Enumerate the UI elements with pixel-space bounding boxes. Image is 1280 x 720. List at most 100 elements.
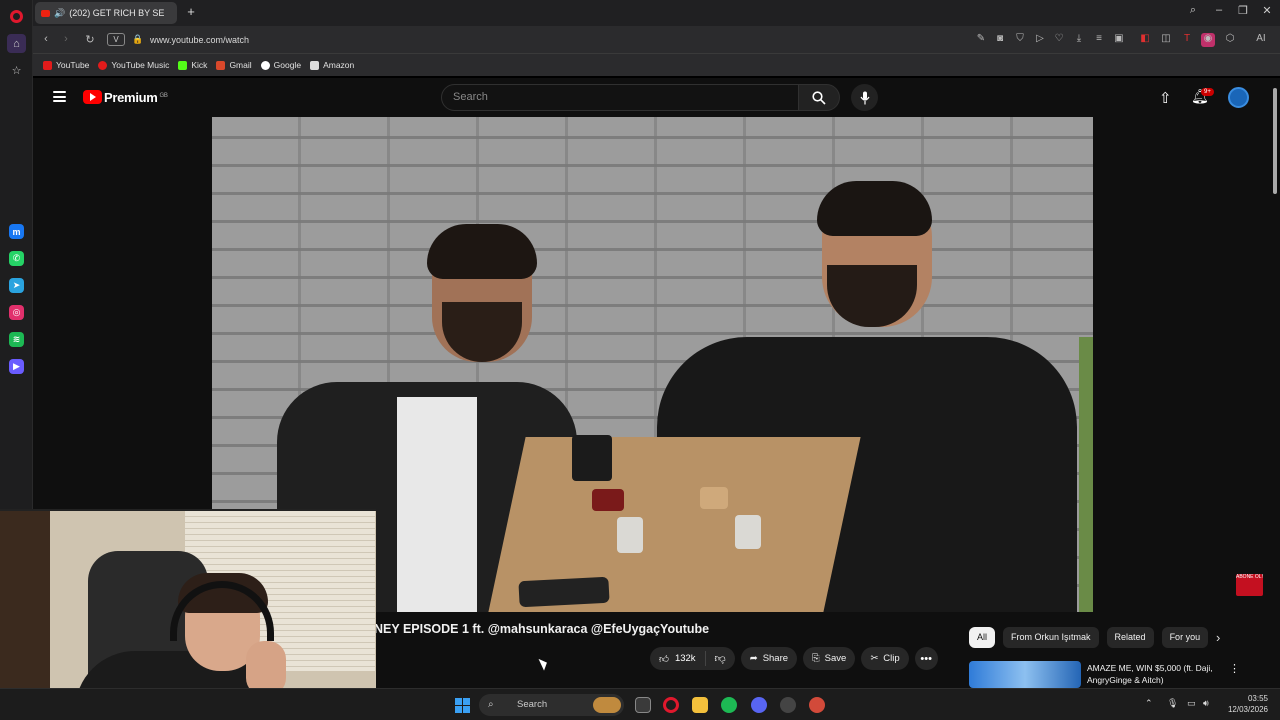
bookmark-icon: ⎘ <box>812 653 820 664</box>
brand-text: Premium <box>104 90 158 105</box>
display-tray-icon[interactable]: ▭ <box>1187 698 1196 709</box>
extension-red-icon[interactable]: ◧ <box>1138 33 1152 47</box>
thumbs-down-icon: 👎︎ <box>714 653 726 665</box>
volume-tray-icon[interactable]: 🔊︎ <box>1203 698 1209 709</box>
url-field[interactable]: www.youtube.com/watch <box>150 35 249 45</box>
extension-u-icon[interactable]: ◫ <box>1159 33 1173 47</box>
view-button[interactable]: V <box>107 33 125 46</box>
recommendation-title[interactable]: AMAZE ME, WIN $5,000 (ft. Daji, AngryGin… <box>1087 662 1235 686</box>
bookmark-label: YouTube <box>56 60 90 70</box>
chip-related[interactable]: Related <box>1106 627 1154 648</box>
brand-country: GB <box>159 92 168 99</box>
app-red-taskbar-icon[interactable] <box>809 697 825 713</box>
page-scrollbar[interactable] <box>1273 88 1277 194</box>
search-input[interactable]: Search <box>441 84 799 111</box>
maximize-button[interactable]: ❐ <box>1234 4 1252 17</box>
share-button[interactable]: ➦ Share <box>740 647 798 670</box>
back-button[interactable]: ‹ <box>39 33 53 45</box>
star-icon[interactable]: ☆ <box>7 61 26 80</box>
instagram-icon[interactable]: ◎ <box>9 305 24 320</box>
video-title: NEY EPISODE 1 ft. @mahsunkaraca @EfeUyga… <box>374 622 710 636</box>
opera-taskbar-icon[interactable] <box>663 697 679 713</box>
windows-taskbar: ⌕ Search ⌃ 🎙︎ ▭ 🔊︎ 03:55 12/03/2026 <box>0 688 1280 720</box>
chip-all[interactable]: All <box>969 627 996 648</box>
recommendation-menu-icon[interactable]: ⋮ <box>1229 662 1240 675</box>
extension-pink-icon[interactable]: ◉ <box>1201 33 1215 47</box>
tray-chevron-icon[interactable]: ⌃ <box>1145 698 1153 709</box>
clip-label: Clip <box>883 653 900 664</box>
whatsapp-icon[interactable]: ✆ <box>9 251 24 266</box>
youtube-favicon-icon <box>41 9 50 17</box>
player-icon[interactable]: ▶ <box>9 359 24 374</box>
minimize-button[interactable]: – <box>1210 4 1228 16</box>
ai-button[interactable]: AI <box>1246 33 1276 47</box>
amazon-icon <box>310 60 320 70</box>
channel-watermark[interactable]: ABONE OL! <box>1236 574 1263 596</box>
youtube-brand[interactable]: Premium GB <box>104 90 168 105</box>
play-icon[interactable]: ▷ <box>1033 33 1047 47</box>
forward-button[interactable]: › <box>59 33 73 45</box>
lock-icon[interactable]: 🔒 <box>132 34 143 45</box>
address-bar: ‹ › ↻ V 🔒 www.youtube.com/watch ✎ ◙ ⛉ ▷ … <box>33 26 1280 54</box>
file-explorer-icon[interactable] <box>692 697 708 713</box>
avatar[interactable] <box>1228 87 1249 108</box>
discord-taskbar-icon[interactable] <box>751 697 767 713</box>
upload-icon[interactable]: ⇧ <box>1159 89 1172 107</box>
more-actions-button[interactable]: ••• <box>914 647 938 670</box>
system-clock[interactable]: 03:55 12/03/2026 <box>1224 693 1268 715</box>
like-dislike-group: 👍︎ 132k 👎︎ <box>650 647 735 670</box>
search-tabs-icon[interactable]: ⌕ <box>1184 4 1202 17</box>
download-icon[interactable]: ⤓ <box>1072 33 1086 47</box>
menu-icon[interactable] <box>53 91 66 102</box>
bookmark-amazon[interactable]: Amazon <box>310 60 354 70</box>
app-taskbar-icon[interactable] <box>780 697 796 713</box>
list-icon[interactable]: ≡ <box>1092 33 1106 47</box>
clock-time: 03:55 <box>1247 694 1268 703</box>
like-button[interactable]: 👍︎ 132k <box>650 651 706 666</box>
ai-label: AI <box>1256 33 1266 44</box>
extensions-cube-icon[interactable]: ⬡ <box>1223 33 1237 47</box>
spotify-taskbar-icon[interactable] <box>721 697 737 713</box>
bookmark-youtube[interactable]: YouTube <box>43 60 89 70</box>
windows-start-icon[interactable] <box>455 698 470 713</box>
speaker-icon[interactable]: 🔊 <box>54 8 65 19</box>
bookmark-label: Kick <box>191 60 208 70</box>
recommendation-thumbnail[interactable] <box>969 661 1081 688</box>
kick-icon <box>178 60 188 70</box>
wallet-icon[interactable]: ▣ <box>1112 33 1126 47</box>
reload-button[interactable]: ↻ <box>83 33 97 46</box>
task-view-icon[interactable] <box>635 697 651 713</box>
clip-button[interactable]: ✂ Clip <box>861 647 909 670</box>
camera-icon[interactable]: ◙ <box>993 33 1007 47</box>
bookmark-gmail[interactable]: Gmail <box>216 60 252 70</box>
extension-tp-icon[interactable]: T <box>1180 33 1194 47</box>
bookmark-youtube-music[interactable]: YouTube Music <box>98 60 169 70</box>
edit-icon[interactable]: ✎ <box>974 33 988 47</box>
search-button[interactable] <box>798 84 840 111</box>
new-tab-button[interactable]: + <box>184 5 198 19</box>
chip-from-channel[interactable]: From Orkun Işıtmak <box>1003 627 1099 648</box>
close-button[interactable]: ✕ <box>1258 4 1276 17</box>
thumbs-up-icon: 👍︎ <box>659 653 669 665</box>
chip-for-you[interactable]: For you <box>1161 627 1209 648</box>
dislike-button[interactable]: 👎︎ <box>706 652 735 665</box>
messenger-icon[interactable]: m <box>9 224 24 239</box>
microphone-tray-icon[interactable]: 🎙︎ <box>1167 698 1178 709</box>
microphone-icon <box>860 91 869 104</box>
taskbar-search[interactable]: ⌕ Search <box>479 694 624 716</box>
save-button[interactable]: ⎘ Save <box>803 647 856 670</box>
opera-logo-icon[interactable] <box>10 10 23 23</box>
voice-search-button[interactable] <box>851 84 878 111</box>
shield-icon[interactable]: ⛉ <box>1013 33 1027 47</box>
bookmark-google[interactable]: Google <box>260 60 301 70</box>
youtube-logo-icon[interactable] <box>83 90 102 104</box>
telegram-icon[interactable]: ➤ <box>9 278 24 293</box>
bookmark-kick[interactable]: Kick <box>178 60 207 70</box>
heart-icon[interactable]: ♡ <box>1052 33 1066 47</box>
spotify-icon[interactable]: ≋ <box>9 332 24 347</box>
home-icon[interactable]: ⌂ <box>7 34 26 53</box>
chevron-right-icon[interactable]: › <box>1216 630 1220 645</box>
tab-youtube[interactable]: 🔊 (202) GET RICH BY SE <box>35 2 177 24</box>
video-frame-tea-glass <box>572 435 612 481</box>
search-icon <box>812 90 826 105</box>
